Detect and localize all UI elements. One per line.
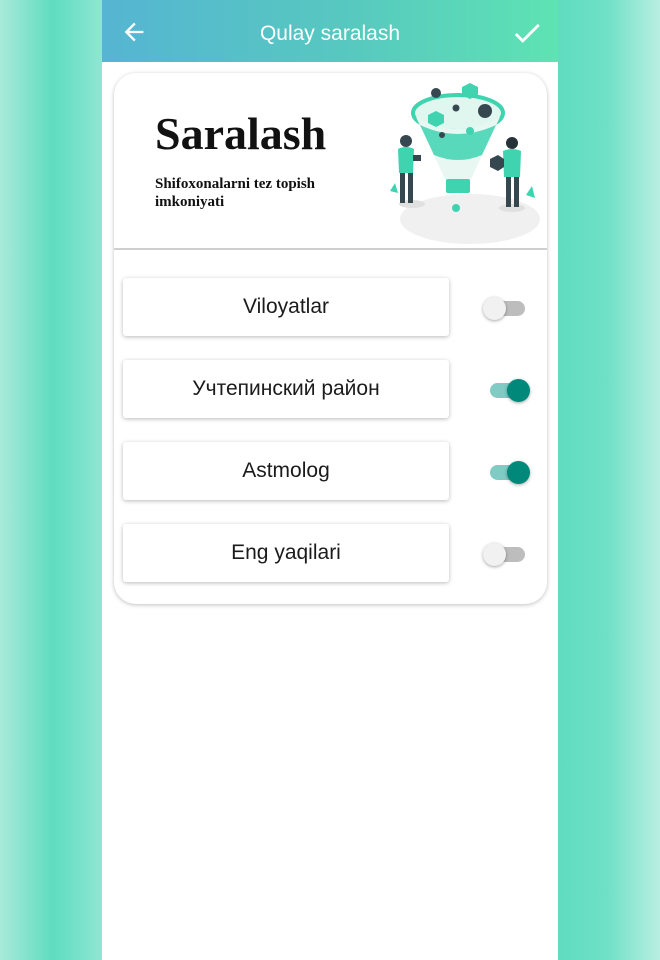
page-title: Qulay saralash bbox=[259, 22, 401, 45]
filter-option-specialty[interactable]: Astmolog bbox=[123, 442, 449, 500]
filter-row-nearest: Eng yaqilari bbox=[123, 524, 548, 584]
nearest-toggle[interactable] bbox=[483, 540, 533, 568]
region-toggle[interactable] bbox=[483, 294, 533, 322]
filter-row-district: Учтепинский район bbox=[123, 360, 548, 420]
specialty-toggle[interactable] bbox=[483, 458, 533, 486]
phone-screen: Qulay saralash Saralash Shifoxonalarni t… bbox=[102, 0, 558, 960]
header-subtitle: Shifoxonalarni tez topish imkoniyati bbox=[155, 176, 316, 210]
toggle-thumb bbox=[483, 543, 506, 566]
filter-card: Saralash Shifoxonalarni tez topish imkon… bbox=[114, 73, 547, 604]
check-icon[interactable] bbox=[510, 16, 544, 50]
header-title: Saralash bbox=[155, 108, 327, 159]
filter-option-nearest[interactable]: Eng yaqilari bbox=[123, 524, 449, 582]
funnel-filter-illustration bbox=[390, 83, 540, 244]
district-toggle[interactable] bbox=[483, 376, 533, 404]
app-bar: Qulay saralash bbox=[102, 0, 558, 62]
toggle-thumb bbox=[507, 461, 530, 484]
filter-row-specialty: Astmolog bbox=[123, 442, 548, 502]
filter-row-region: Viloyatlar bbox=[123, 278, 548, 338]
divider bbox=[114, 248, 547, 250]
filter-option-region[interactable]: Viloyatlar bbox=[123, 278, 449, 336]
filter-option-district[interactable]: Учтепинский район bbox=[123, 360, 449, 418]
toggle-thumb bbox=[507, 379, 530, 402]
toggle-thumb bbox=[483, 297, 506, 320]
